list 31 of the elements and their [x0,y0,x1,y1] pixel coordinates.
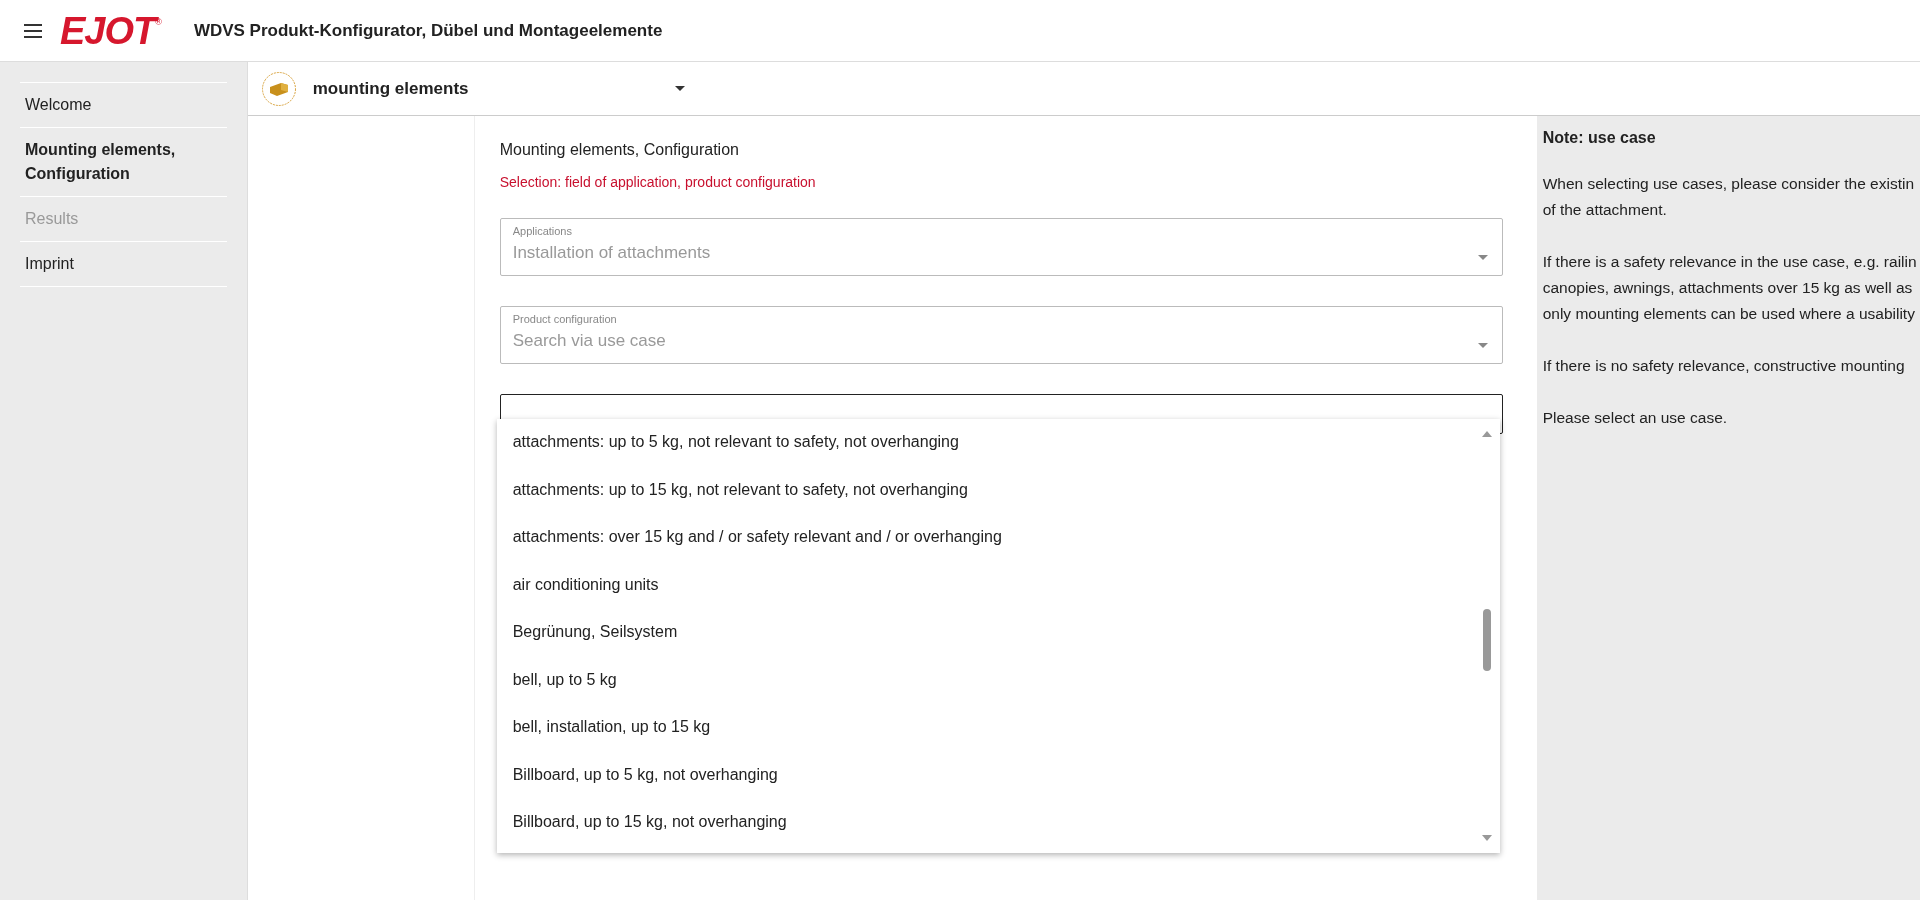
app-title: WDVS Produkt-Konfigurator, Dübel und Montageelemente [193,19,663,42]
note-text: When selecting use cases, please consider the existin [1542,174,1914,194]
select-field[interactable]: Product configuration Search via use case [499,306,1503,364]
form-heading: Mounting elements, Configuration [499,140,740,160]
sidebar-item[interactable]: Welcome [20,82,227,127]
dropdown-option[interactable]: Billboard, up to 5 kg, not overhanging [496,754,1500,802]
dropdown-option[interactable]: Begrünung, Seilsystem [496,612,1500,660]
dropdown-option[interactable]: bell, installation, up to 15 kg [496,707,1500,755]
form-hint: Selection: field of application, product configuration [499,173,817,192]
sidebar-item[interactable]: Mounting elements, Configuration [20,127,227,196]
note-text: canopies, awnings, attachments over 15 kg as well as [1542,278,1914,298]
note-text: only mounting elements can be used where a usability [1542,304,1914,324]
sidebar-item[interactable]: Imprint [20,241,227,287]
dropdown-option[interactable]: attachments: over 15 kg and / or safety relevant and / or overhanging [496,517,1500,565]
dropdown-option[interactable]: attachments: up to 15 kg, not relevant to safety, not overhanging [496,469,1500,517]
note-text: Please select an use case. [1542,408,1729,428]
dropdown-option[interactable]: bell, up to 5 kg [496,659,1500,707]
note-title: Note: use case [1542,128,1657,148]
category-select[interactable]: mounting elements [312,75,685,102]
note-text: If there is no safety relevance, constructive mounting [1542,356,1906,376]
note-text: of the attachment. [1542,200,1668,220]
menu-icon[interactable] [24,22,44,39]
select-field[interactable]: Applications Installation of attachments [499,218,1503,276]
caret-icon [674,85,685,92]
note-text: If there is a safety relevance in the use case, e.g. railin [1542,252,1914,272]
dropdown-option[interactable]: air conditioning units [496,564,1500,612]
caret-icon [1477,254,1488,261]
caret-icon [1477,342,1488,349]
dropdown-option[interactable]: attachments: up to 5 kg, not relevant to safety, not overhanging [496,422,1500,470]
dropdown-option[interactable]: Billboard, up to 15 kg, not overhanging [496,802,1500,850]
block-icon [260,70,297,107]
